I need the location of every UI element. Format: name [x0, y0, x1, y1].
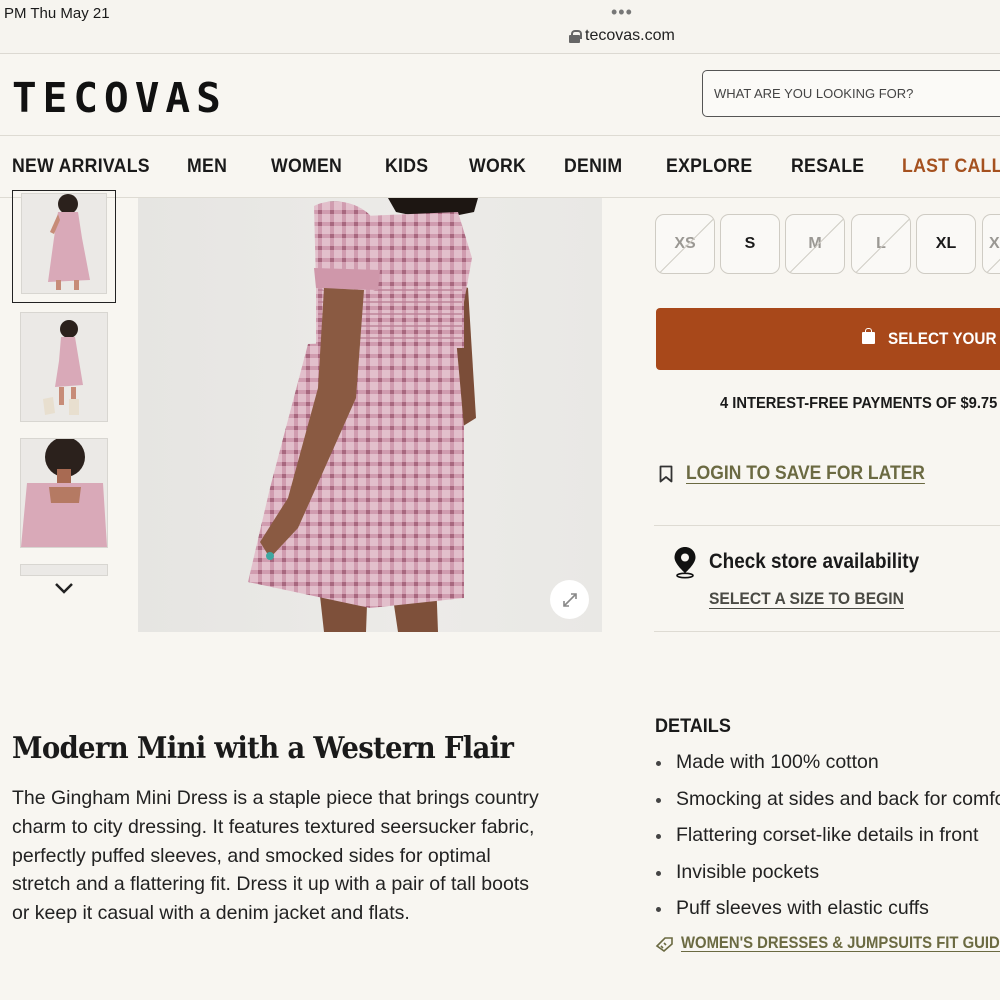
status-time: PM Thu May 21 — [4, 5, 110, 22]
size-xl[interactable]: XL — [916, 214, 976, 274]
description-line: charm to city dressing. It features text… — [12, 815, 535, 838]
description-line: stretch and a flattering fit. Dress it u… — [12, 873, 529, 896]
store-availability-title: Check store availability — [709, 550, 920, 573]
thumbnail-4[interactable] — [12, 556, 116, 576]
nav-work[interactable]: WORK — [469, 156, 526, 178]
size-m[interactable]: M — [785, 214, 845, 274]
details-heading: DETAILS — [655, 716, 731, 737]
store-availability: Check store availability — [672, 545, 919, 584]
fit-guide-link[interactable]: WOMEN'S DRESSES & JUMPSUITS FIT GUIDE — [681, 934, 1000, 953]
nav-explore[interactable]: EXPLORE — [666, 156, 752, 178]
expand-icon[interactable] — [550, 580, 589, 619]
thumbnail-2[interactable] — [12, 304, 116, 430]
size-xxl[interactable]: X — [982, 214, 1000, 274]
lock-icon — [569, 29, 582, 43]
url-text: tecovas.com — [585, 27, 675, 44]
details-item: Flattering corset-like details in front — [655, 822, 1000, 859]
select-size-to-begin-link[interactable]: SELECT A SIZE TO BEGIN — [709, 589, 904, 609]
save-for-later-link[interactable]: LOGIN TO SAVE FOR LATER — [686, 463, 925, 485]
select-size-button[interactable]: SELECT YOUR SIZE — [656, 308, 1000, 370]
search-placeholder: WHAT ARE YOU LOOKING FOR? — [714, 86, 914, 101]
nav-last-call[interactable]: LAST CALL — [902, 156, 1000, 178]
thumbnail-image — [20, 564, 108, 576]
divider — [654, 631, 1000, 632]
description-title: Modern Mini with a Western Flair — [12, 731, 514, 766]
nav-denim[interactable]: DENIM — [564, 156, 622, 178]
size-l[interactable]: L — [851, 214, 911, 274]
nav-women[interactable]: WOMEN — [271, 156, 342, 178]
thumbnail-image — [21, 193, 107, 294]
nav-kids[interactable]: KIDS — [385, 156, 428, 178]
divider — [654, 525, 1000, 526]
address-bar[interactable]: tecovas.com — [569, 27, 675, 45]
thumbnail-1[interactable] — [12, 190, 116, 303]
description-line: perfectly puffed sleeves, and smocked si… — [12, 844, 491, 867]
logo[interactable]: TECOVAS — [12, 74, 227, 122]
bookmark-icon — [659, 465, 673, 483]
thumbnail-image — [20, 438, 108, 548]
details-item: Made with 100% cotton — [655, 749, 1000, 786]
nav-resale[interactable]: RESALE — [791, 156, 864, 178]
save-for-later[interactable]: LOGIN TO SAVE FOR LATER — [659, 463, 946, 485]
details-list: Made with 100% cotton Smocking at sides … — [655, 749, 1000, 932]
fit-guide[interactable]: WOMEN'S DRESSES & JUMPSUITS FIT GUIDE — [655, 934, 1000, 953]
thumbnail-3[interactable] — [12, 430, 116, 556]
payments-text: 4 INTEREST-FREE PAYMENTS OF $9.75 — [720, 395, 998, 412]
browser-status-bar: PM Thu May 21 ••• tecovas.com — [0, 0, 1000, 54]
description-line: The Gingham Mini Dress is a staple piece… — [12, 787, 539, 809]
details-item: Smocking at sides and back for comfort — [655, 786, 1000, 823]
nav-new-arrivals[interactable]: NEW ARRIVALS — [12, 156, 150, 178]
size-xs[interactable]: XS — [655, 214, 715, 274]
nav-men[interactable]: MEN — [187, 156, 227, 178]
description-body: The Gingham Mini Dress is a staple piece… — [12, 784, 602, 928]
product-main-image[interactable] — [138, 198, 602, 632]
description-line: or keep it casual with a denim jacket an… — [12, 902, 410, 925]
thumbnail-image — [20, 312, 108, 422]
location-pin-icon — [674, 547, 696, 579]
main-nav: NEW ARRIVALS MEN WOMEN KIDS WORK DENIM E… — [0, 136, 1000, 198]
more-dots-icon[interactable]: ••• — [611, 2, 633, 23]
size-s[interactable]: S — [720, 214, 780, 274]
details-item: Invisible pockets — [655, 859, 1000, 896]
select-size-label: SELECT YOUR SIZE — [888, 329, 1000, 348]
site-header: TECOVAS WHAT ARE YOU LOOKING FOR? — [0, 54, 1000, 136]
bag-icon — [862, 328, 875, 344]
chevron-down-icon[interactable] — [53, 580, 75, 596]
ruler-tag-icon — [655, 936, 673, 952]
details-item: Puff sleeves with elastic cuffs — [655, 895, 1000, 932]
search-input[interactable]: WHAT ARE YOU LOOKING FOR? — [702, 70, 1000, 117]
